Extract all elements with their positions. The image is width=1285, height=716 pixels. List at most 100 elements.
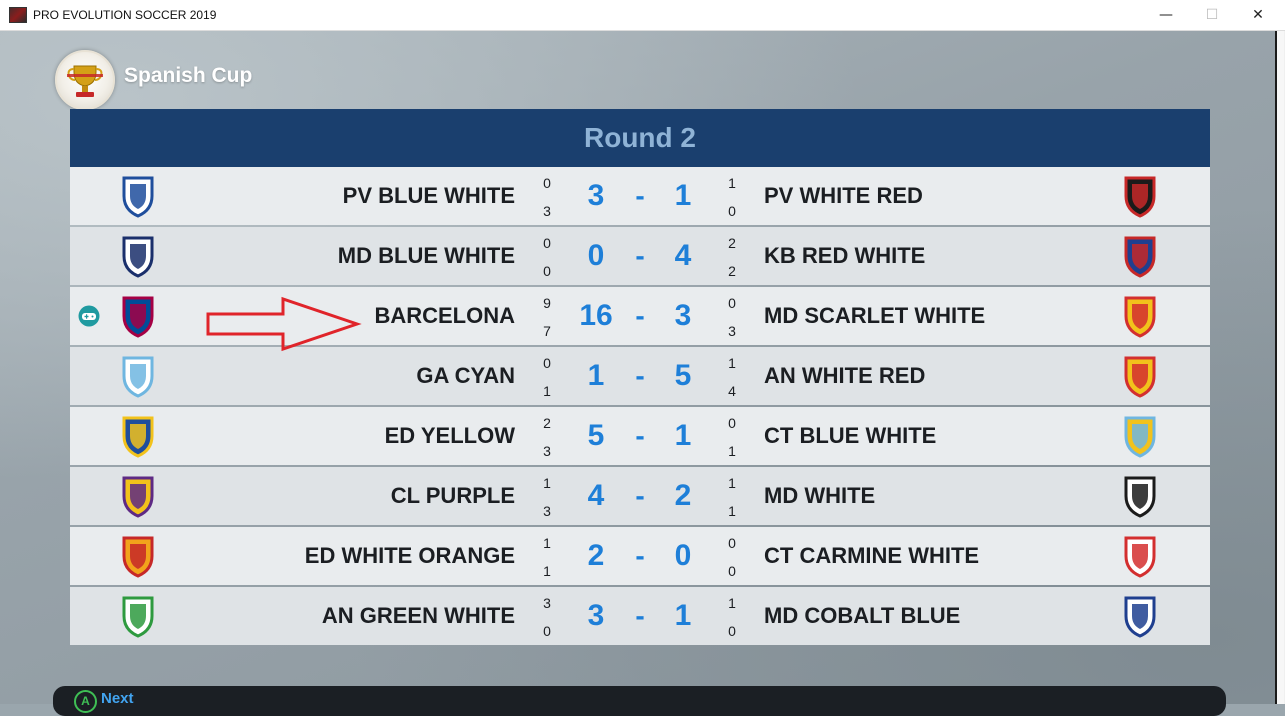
home-leg2-score: 0 <box>543 263 551 279</box>
home-leg1-score: 0 <box>543 235 551 251</box>
close-button[interactable]: ✕ <box>1235 0 1281 30</box>
home-leg1-score: 1 <box>543 475 551 491</box>
scrollbar-thumb[interactable] <box>1276 31 1284 704</box>
home-leg2-score: 7 <box>543 323 551 339</box>
home-leg1-score: 9 <box>543 295 551 311</box>
fixture-row[interactable]: CL PURPLE 1 3 4-2 1 1 MD WHITE <box>70 467 1210 525</box>
ed-white-orange-crest-icon <box>114 532 162 580</box>
home-team-name: CL PURPLE <box>390 483 515 508</box>
round-header: Round 2 <box>70 109 1210 167</box>
home-leg2-score: 1 <box>543 563 551 579</box>
away-team-name: PV WHITE RED <box>764 183 923 208</box>
window-title: PRO EVOLUTION SOCCER 2019 <box>33 8 217 22</box>
home-leg-scores: 23 <box>540 411 554 467</box>
away-aggregate-score: 5 <box>674 359 692 392</box>
away-team-name: KB RED WHITE <box>764 243 926 268</box>
ed-yellow-crest-icon <box>114 412 162 460</box>
md-white-crest-icon <box>1116 472 1164 520</box>
md-cobalt-blue-crest-icon <box>1116 592 1164 640</box>
score-separator: - <box>635 600 645 631</box>
pv-white-red-crest-icon <box>1116 172 1164 220</box>
away-leg-scores: 11 <box>725 471 739 527</box>
scrollbar[interactable] <box>1275 31 1285 704</box>
score-separator: - <box>635 240 645 271</box>
home-aggregate-score: 4 <box>587 479 605 512</box>
home-leg-scores: 00 <box>540 231 554 287</box>
spanish-cup-trophy-icon <box>55 50 115 110</box>
pv-blue-white-crest-icon <box>114 172 162 220</box>
home-leg-scores: 11 <box>540 531 554 587</box>
barcelona-crest-icon <box>114 292 162 340</box>
fixture-row[interactable]: MD BLUE WHITE 0 0 0-4 2 2 KB RED WHITE <box>70 227 1210 285</box>
away-leg1-score: 0 <box>728 295 736 311</box>
fixture-row[interactable]: AN GREEN WHITE 3 0 3-1 1 0 MD COBALT BLUE <box>70 587 1210 645</box>
home-aggregate-score: 3 <box>587 179 605 212</box>
away-team-name: MD SCARLET WHITE <box>764 303 986 328</box>
away-leg1-score: 1 <box>728 355 736 371</box>
away-leg2-score: 0 <box>728 623 736 639</box>
away-team-name: MD WHITE <box>764 483 876 508</box>
window-title-bar: PRO EVOLUTION SOCCER 2019 — ☐ ✕ <box>0 0 1285 31</box>
home-leg1-score: 2 <box>543 415 551 431</box>
maximize-button[interactable]: ☐ <box>1189 0 1235 30</box>
next-button[interactable]: Next <box>101 690 134 707</box>
a-button-icon[interactable]: A <box>74 690 97 713</box>
home-aggregate-score: 3 <box>587 599 605 632</box>
md-scarlet-white-crest-icon <box>1116 292 1164 340</box>
home-leg-scores: 01 <box>540 351 554 407</box>
away-leg2-score: 0 <box>728 563 736 579</box>
kb-red-white-crest-icon <box>1116 232 1164 280</box>
score-separator: - <box>635 480 645 511</box>
away-aggregate-score: 1 <box>674 599 692 632</box>
fixture-row[interactable]: GA CYAN 0 1 1-5 1 4 AN WHITE RED <box>70 347 1210 405</box>
away-leg1-score: 1 <box>728 595 736 611</box>
fixture-row[interactable]: ED WHITE ORANGE 1 1 2-0 0 0 CT CARMINE WHITE <box>70 527 1210 585</box>
pes-app-icon <box>9 7 27 23</box>
away-aggregate-score: 1 <box>674 419 692 452</box>
home-leg2-score: 0 <box>543 623 551 639</box>
away-leg-scores: 01 <box>725 411 739 467</box>
competition-title: Spanish Cup <box>124 64 253 87</box>
away-leg2-score: 1 <box>728 503 736 519</box>
minimize-button[interactable]: — <box>1143 0 1189 30</box>
footer-bar: A Next <box>53 686 1226 716</box>
away-leg1-score: 0 <box>728 415 736 431</box>
ga-cyan-crest-icon <box>114 352 162 400</box>
fixture-row[interactable]: ED YELLOW 2 3 5-1 0 1 CT BLUE WHITE <box>70 407 1210 465</box>
away-leg2-score: 3 <box>728 323 736 339</box>
ct-carmine-white-crest-icon <box>1116 532 1164 580</box>
away-team-name: CT BLUE WHITE <box>764 423 937 448</box>
away-leg-scores: 22 <box>725 231 739 287</box>
home-aggregate-score: 1 <box>587 359 605 392</box>
home-aggregate-score: 5 <box>587 419 605 452</box>
away-aggregate-score: 3 <box>674 299 692 332</box>
away-leg1-score: 0 <box>728 535 736 551</box>
away-aggregate-score: 1 <box>674 179 692 212</box>
home-team-name: ED WHITE ORANGE <box>304 543 515 568</box>
home-leg2-score: 3 <box>543 203 551 219</box>
score-separator: - <box>635 540 645 571</box>
fixture-row[interactable]: PV BLUE WHITE 0 3 3-1 1 0 PV WHITE RED <box>70 167 1210 225</box>
away-leg1-score: 1 <box>728 175 736 191</box>
away-leg-scores: 10 <box>725 171 739 227</box>
home-team-name: GA CYAN <box>416 363 515 388</box>
home-leg-scores: 97 <box>540 291 554 347</box>
home-leg-scores: 13 <box>540 471 554 527</box>
scrollbar-edge <box>1275 31 1277 704</box>
score-separator: - <box>635 180 645 211</box>
away-leg1-score: 1 <box>728 475 736 491</box>
home-leg-scores: 30 <box>540 591 554 647</box>
home-team-name: MD BLUE WHITE <box>337 243 515 268</box>
home-team-name: AN GREEN WHITE <box>321 603 515 628</box>
home-leg2-score: 1 <box>543 383 551 399</box>
away-leg-scores: 14 <box>725 351 739 407</box>
score-separator: - <box>635 360 645 391</box>
away-leg1-score: 2 <box>728 235 736 251</box>
controller-icon <box>78 305 100 327</box>
away-team-name: AN WHITE RED <box>764 363 926 388</box>
home-leg1-score: 0 <box>543 175 551 191</box>
away-aggregate-score: 2 <box>674 479 692 512</box>
home-leg2-score: 3 <box>543 443 551 459</box>
home-leg1-score: 3 <box>543 595 551 611</box>
score-separator: - <box>635 420 645 451</box>
